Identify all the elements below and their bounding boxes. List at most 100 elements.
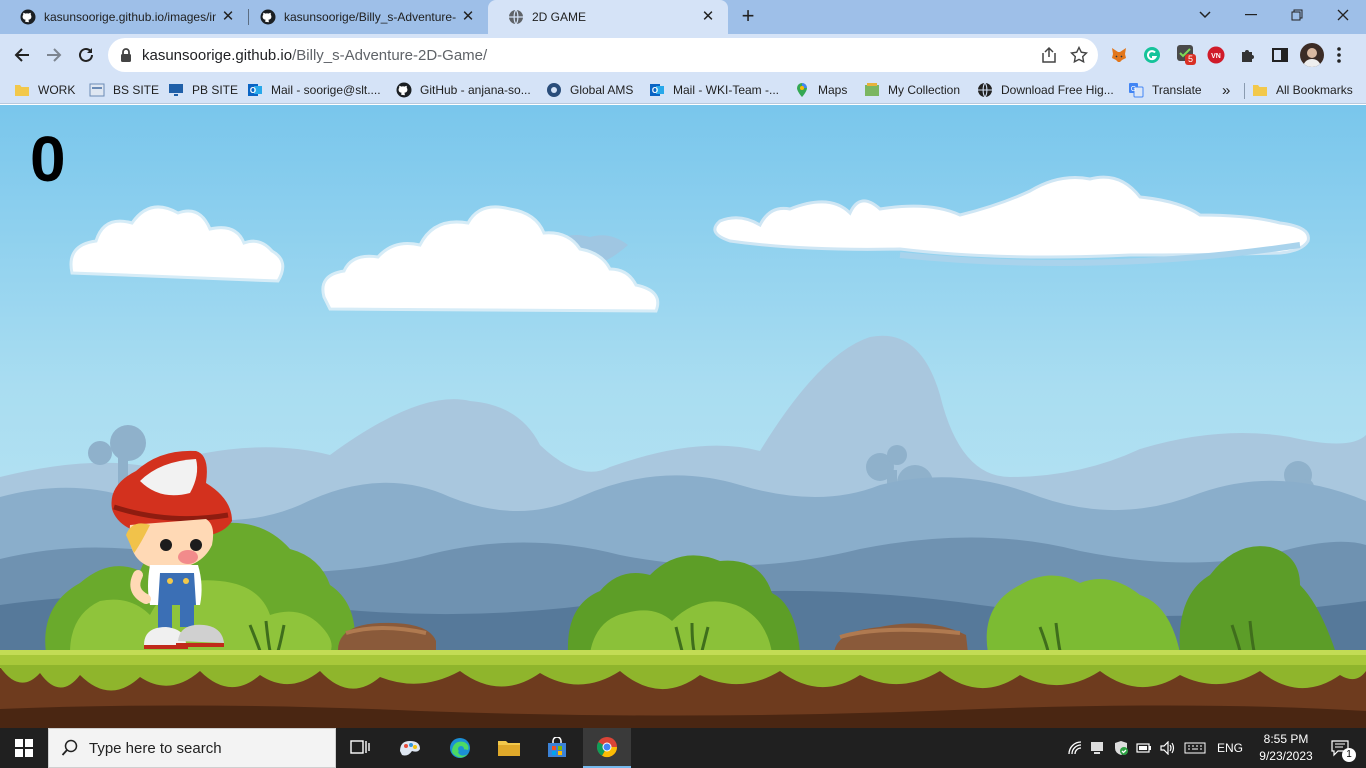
restore-button[interactable]: [1274, 0, 1320, 30]
language-indicator[interactable]: ENG: [1212, 728, 1248, 768]
address-bar[interactable]: kasunsoorige.github.io/Billy_s-Adventure…: [108, 38, 1098, 72]
bookmark-global-ams[interactable]: Global AMS: [546, 80, 633, 100]
game-scene: [0, 105, 1366, 728]
taskbar-app-edge[interactable]: [436, 728, 484, 768]
taskbar-app-store[interactable]: [533, 728, 581, 768]
tab-images[interactable]: kasunsoorige.github.io/images/in ✕: [0, 0, 248, 34]
network-button[interactable]: [1088, 728, 1106, 768]
bookmark-label: Download Free Hig...: [1001, 83, 1114, 97]
outlook-icon: O: [650, 84, 664, 96]
tab-repo[interactable]: kasunsoorige/Billy_s-Adventure-2 ✕: [240, 0, 488, 34]
bookmark-translate[interactable]: G Translate: [1128, 80, 1202, 100]
bookmark-mail-wki[interactable]: O Mail - WKI-Team -...: [649, 80, 779, 100]
all-bookmarks-button[interactable]: All Bookmarks: [1252, 80, 1353, 100]
monitor-icon: [169, 84, 183, 96]
grammarly-icon[interactable]: [1143, 46, 1161, 64]
globe-icon: [978, 82, 992, 98]
more-vertical-icon: [1337, 47, 1341, 63]
language-label: ENG: [1216, 741, 1243, 755]
tab-2d-game[interactable]: 2D GAME ✕: [488, 0, 728, 34]
github-icon: [396, 82, 412, 98]
globe-icon: [509, 9, 523, 25]
speaker-icon: [1160, 741, 1175, 755]
keyboard-button[interactable]: [1182, 728, 1208, 768]
vidiq-icon[interactable]: VN: [1207, 46, 1225, 64]
svg-text:VN: VN: [1211, 53, 1221, 60]
tab-title: kasunsoorige.github.io/images/in: [44, 10, 216, 24]
url-host: kasunsoorige.github.io: [142, 47, 293, 64]
wifi-button[interactable]: [1066, 728, 1084, 768]
avatar-icon: [1303, 48, 1321, 67]
security-button[interactable]: [1110, 728, 1132, 768]
taskbar-search[interactable]: Type here to search: [48, 728, 336, 768]
bookmark-github[interactable]: GitHub - anjana-so...: [396, 80, 531, 100]
bookmark-my-collection[interactable]: My Collection: [864, 80, 960, 100]
bookmark-work[interactable]: WORK: [14, 80, 75, 100]
profile-avatar[interactable]: [1300, 43, 1324, 67]
bookmark-label: BS SITE: [113, 83, 160, 97]
taskbar-app-chrome[interactable]: [583, 728, 631, 768]
taskbar-app-paint[interactable]: [386, 728, 434, 768]
folder-icon: [498, 741, 520, 756]
bookmark-label: Mail - WKI-Team -...: [673, 83, 780, 97]
paint-palette-icon: [400, 741, 420, 756]
search-icon: [61, 739, 78, 756]
menu-button[interactable]: [1336, 46, 1344, 64]
forward-button[interactable]: [40, 41, 68, 69]
close-icon[interactable]: ✕: [700, 9, 716, 25]
game-canvas[interactable]: 0: [0, 105, 1366, 728]
folder-icon: [15, 85, 29, 96]
close-window-button[interactable]: [1320, 0, 1366, 30]
bookmark-label: All Bookmarks: [1276, 83, 1353, 97]
site-icon: [89, 83, 105, 97]
bookmarks-overflow-button[interactable]: »: [1222, 80, 1230, 100]
volume-button[interactable]: [1158, 728, 1178, 768]
wifi-icon: [1068, 741, 1082, 755]
bookmark-bs-site[interactable]: BS SITE: [89, 80, 159, 100]
arrow-left-icon: [14, 48, 29, 62]
minimize-button[interactable]: [1228, 0, 1274, 30]
battery-button[interactable]: [1134, 728, 1154, 768]
tab-title: 2D GAME: [532, 10, 587, 24]
lock-icon: [121, 48, 131, 62]
notifications-button[interactable]: 1: [1320, 728, 1360, 768]
arrow-right-icon: [47, 48, 62, 62]
close-icon[interactable]: ✕: [220, 9, 236, 25]
bookmark-pb-site[interactable]: PB SITE: [168, 80, 238, 100]
bookmark-maps[interactable]: Maps: [794, 80, 847, 100]
task-view-button[interactable]: [336, 728, 384, 768]
metamask-fox-icon[interactable]: [1110, 46, 1128, 64]
side-panel-icon[interactable]: [1271, 46, 1289, 64]
extension-badge: 5: [1185, 54, 1197, 65]
keyboard-icon: [1184, 742, 1206, 754]
battery-icon: [1136, 743, 1151, 753]
start-button[interactable]: [0, 728, 48, 768]
bookmarks-separator: [1244, 83, 1245, 99]
bookmark-download-free[interactable]: Download Free Hig...: [977, 80, 1114, 100]
vpn-extension-button[interactable]: 5: [1176, 44, 1198, 66]
puzzle-icon[interactable]: [1239, 46, 1257, 64]
chevron-down-icon: [1199, 11, 1211, 19]
bookmark-label: GitHub - anjana-so...: [420, 83, 531, 97]
share-icon[interactable]: [1040, 46, 1058, 64]
back-button[interactable]: [8, 41, 36, 69]
tab-search-button[interactable]: [1182, 0, 1228, 30]
network-icon: [1091, 742, 1103, 754]
url-text: kasunsoorige.github.io/Billy_s-Adventure…: [142, 47, 487, 64]
clock-date: 9/23/2023: [1259, 749, 1313, 763]
chrome-icon: [596, 737, 618, 758]
new-tab-button[interactable]: +: [736, 5, 760, 29]
reload-button[interactable]: [72, 41, 100, 69]
task-view-icon: [350, 740, 370, 754]
windows-taskbar: Type here to search ENG 8:55 PM 9/23/202…: [0, 728, 1366, 768]
score-counter: 0: [30, 123, 66, 195]
taskbar-clock[interactable]: 8:55 PM 9/23/2023: [1254, 731, 1318, 765]
taskbar-app-file-explorer[interactable]: [485, 728, 533, 768]
edge-icon: [450, 738, 470, 758]
close-icon[interactable]: ✕: [460, 9, 476, 25]
minimize-icon: [1245, 14, 1257, 16]
restore-icon: [1291, 9, 1303, 21]
bookmark-mail-soorige[interactable]: O Mail - soorige@slt....: [247, 80, 381, 100]
outlook-icon: O: [248, 84, 262, 96]
star-icon[interactable]: [1070, 46, 1088, 64]
